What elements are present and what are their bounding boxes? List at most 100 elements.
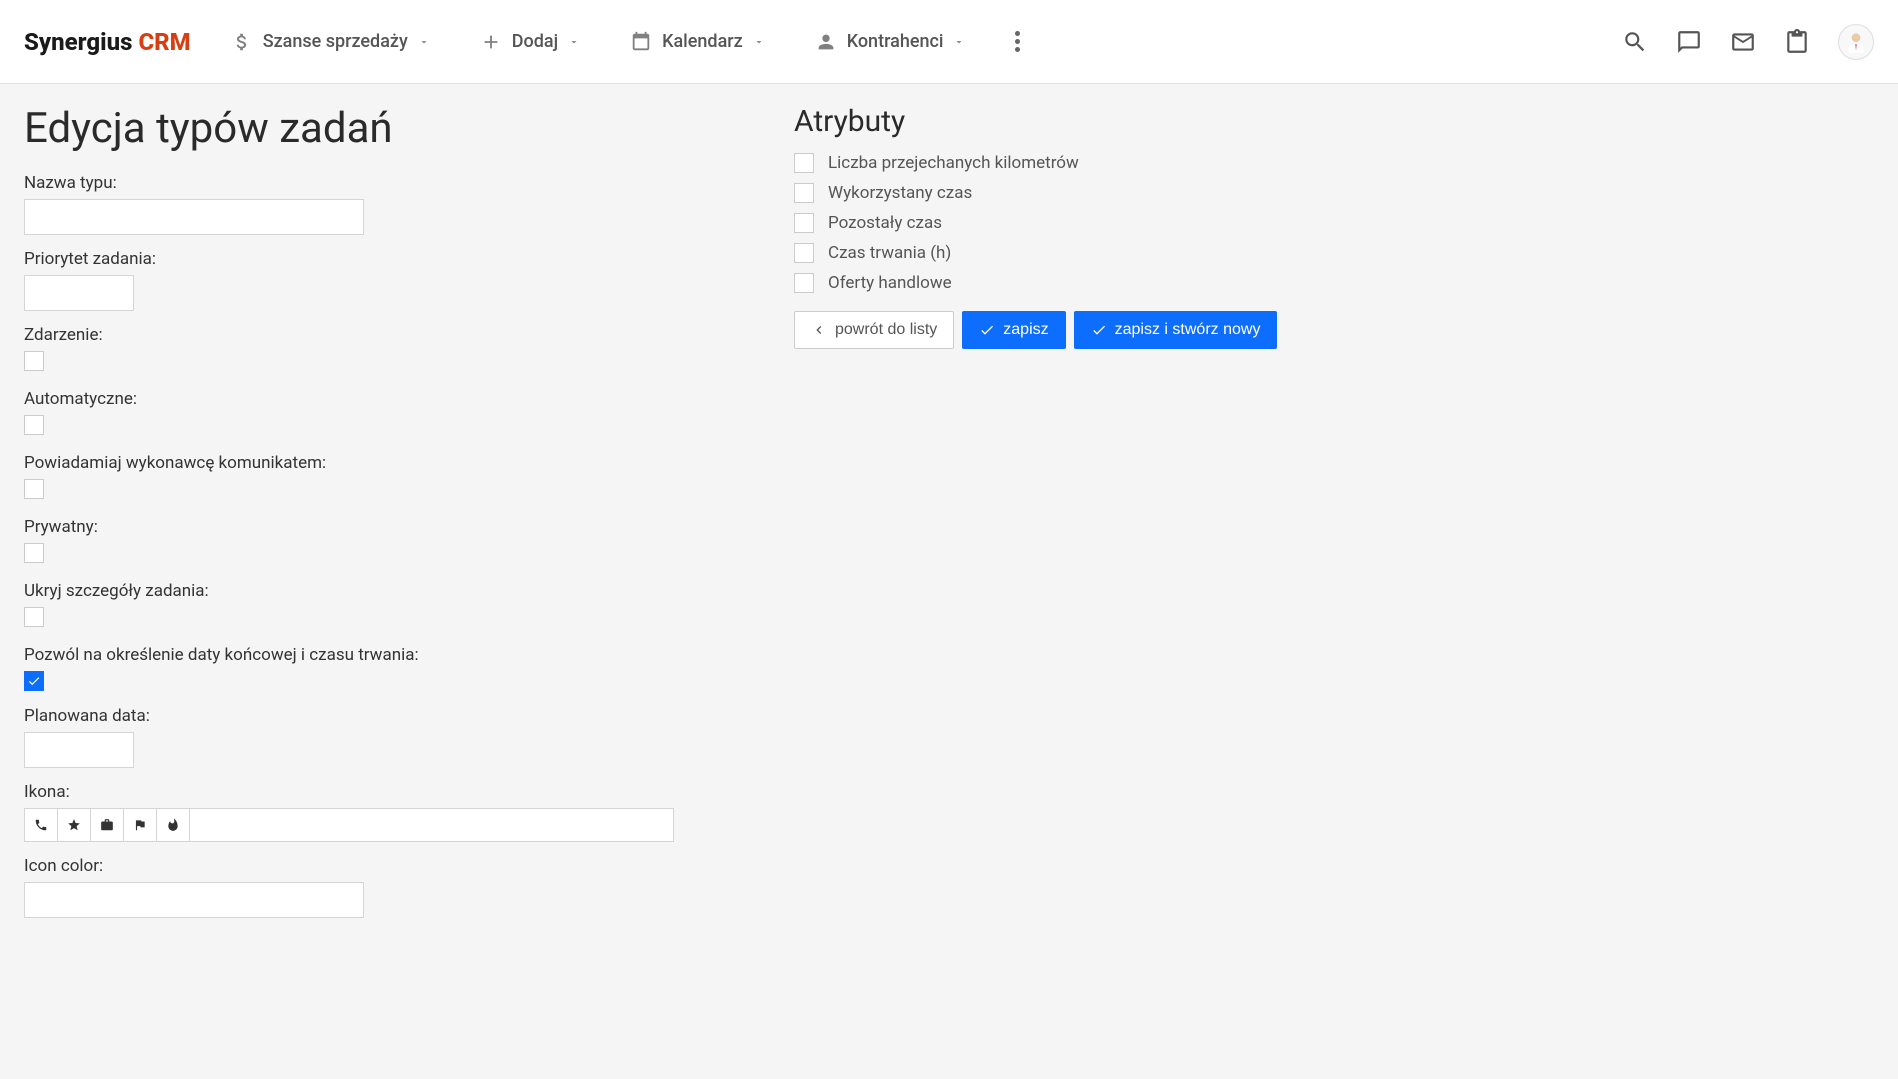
checkbox-attr-used-time[interactable]	[794, 183, 814, 203]
mail-button[interactable]	[1730, 29, 1756, 55]
label-planned-date: Planowana data:	[24, 706, 754, 726]
icon-option-flag[interactable]	[123, 808, 157, 842]
input-planned-date[interactable]	[24, 732, 134, 768]
chevron-down-icon	[568, 36, 580, 48]
mail-icon	[1730, 29, 1756, 55]
attr-label: Czas trwania (h)	[828, 243, 951, 263]
more-vert-icon	[1015, 31, 1020, 52]
nav-add[interactable]: Dodaj	[480, 31, 580, 53]
fire-icon	[166, 818, 180, 832]
input-icon[interactable]	[189, 808, 674, 842]
nav-label: Kontrahenci	[847, 31, 944, 52]
check-icon	[27, 674, 41, 688]
label-automatic: Automatyczne:	[24, 389, 754, 409]
icon-option-fire[interactable]	[156, 808, 190, 842]
clipboard-button[interactable]	[1784, 29, 1810, 55]
nav-label: Dodaj	[512, 31, 558, 52]
input-type-name[interactable]	[24, 199, 364, 235]
field-notify: Powiadamiaj wykonawcę komunikatem:	[24, 453, 754, 503]
field-allow-end-date: Pozwól na określenie daty końcowej i cza…	[24, 645, 754, 692]
logo[interactable]: Synergius CRM	[24, 28, 191, 56]
button-row: powrót do listy zapisz zapisz i stwórz n…	[794, 311, 1874, 349]
field-type-name: Nazwa typu:	[24, 173, 754, 235]
save-button-label: zapisz	[1003, 321, 1048, 339]
check-icon	[979, 322, 995, 338]
checkbox-attr-remaining[interactable]	[794, 213, 814, 233]
checkbox-attr-km[interactable]	[794, 153, 814, 173]
back-button-label: powrót do listy	[835, 321, 937, 339]
nav-contractors[interactable]: Kontrahenci	[815, 31, 966, 53]
field-private: Prywatny:	[24, 517, 754, 567]
attr-row: Czas trwania (h)	[794, 243, 1874, 263]
checkbox-allow-end-date[interactable]	[24, 671, 44, 691]
avatar[interactable]	[1838, 24, 1874, 60]
avatar-icon	[1843, 29, 1869, 55]
label-icon: Ikona:	[24, 782, 754, 802]
field-automatic: Automatyczne:	[24, 389, 754, 439]
label-priority: Priorytet zadania:	[24, 249, 754, 269]
search-button[interactable]	[1622, 29, 1648, 55]
save-new-button[interactable]: zapisz i stwórz nowy	[1074, 311, 1278, 349]
back-button[interactable]: powrót do listy	[794, 311, 954, 349]
right-column: Atrybuty Liczba przejechanych kilometrów…	[794, 104, 1874, 932]
chevron-down-icon	[753, 36, 765, 48]
attr-row: Oferty handlowe	[794, 273, 1874, 293]
field-icon: Ikona:	[24, 782, 754, 842]
main: Edycja typów zadań Nazwa typu: Priorytet…	[0, 84, 1898, 952]
label-hide-details: Ukryj szczegóły zadania:	[24, 581, 754, 601]
person-icon	[815, 31, 837, 53]
header-right	[1622, 24, 1874, 60]
label-event: Zdarzenie:	[24, 325, 754, 345]
checkbox-attr-duration[interactable]	[794, 243, 814, 263]
checkbox-event[interactable]	[24, 351, 44, 371]
chat-button[interactable]	[1676, 29, 1702, 55]
checkbox-notify[interactable]	[24, 479, 44, 499]
label-allow-end-date: Pozwól na określenie daty końcowej i cza…	[24, 645, 754, 665]
input-icon-color[interactable]	[24, 882, 364, 918]
attr-row: Wykorzystany czas	[794, 183, 1874, 203]
chevron-down-icon	[418, 36, 430, 48]
flag-icon	[133, 818, 147, 832]
attr-row: Liczba przejechanych kilometrów	[794, 153, 1874, 173]
nav-label: Kalendarz	[662, 31, 743, 52]
icon-option-star[interactable]	[57, 808, 91, 842]
briefcase-icon	[100, 818, 114, 832]
nav: Szanse sprzedaży Dodaj Kalendarz Kontrah…	[231, 31, 1622, 53]
field-planned-date: Planowana data:	[24, 706, 754, 768]
field-priority: Priorytet zadania:	[24, 249, 754, 311]
attr-label: Wykorzystany czas	[828, 183, 972, 203]
icon-picker	[24, 808, 754, 842]
checkbox-automatic[interactable]	[24, 415, 44, 435]
field-icon-color: Icon color:	[24, 856, 754, 918]
field-hide-details: Ukryj szczegóły zadania:	[24, 581, 754, 631]
attr-label: Pozostały czas	[828, 213, 942, 233]
label-type-name: Nazwa typu:	[24, 173, 754, 193]
save-button[interactable]: zapisz	[962, 311, 1065, 349]
field-event: Zdarzenie:	[24, 325, 754, 375]
more-menu[interactable]	[1015, 31, 1020, 52]
nav-label: Szanse sprzedaży	[263, 31, 408, 52]
checkbox-private[interactable]	[24, 543, 44, 563]
icon-option-phone[interactable]	[24, 808, 58, 842]
star-icon	[67, 818, 81, 832]
logo-sub: CRM	[138, 28, 190, 56]
checkbox-attr-offers[interactable]	[794, 273, 814, 293]
chevron-left-icon	[811, 322, 827, 338]
input-priority[interactable]	[24, 275, 134, 311]
left-column: Edycja typów zadań Nazwa typu: Priorytet…	[24, 104, 754, 932]
calendar-icon	[630, 31, 652, 53]
attr-row: Pozostały czas	[794, 213, 1874, 233]
attr-label: Liczba przejechanych kilometrów	[828, 153, 1079, 173]
icon-option-briefcase[interactable]	[90, 808, 124, 842]
chat-icon	[1676, 29, 1702, 55]
dollar-icon	[231, 31, 253, 53]
check-icon	[1091, 322, 1107, 338]
save-new-button-label: zapisz i stwórz nowy	[1115, 321, 1261, 339]
nav-sales[interactable]: Szanse sprzedaży	[231, 31, 430, 53]
nav-calendar[interactable]: Kalendarz	[630, 31, 765, 53]
logo-main: Synergius	[24, 28, 132, 56]
plus-icon	[480, 31, 502, 53]
checkbox-hide-details[interactable]	[24, 607, 44, 627]
header: Synergius CRM Szanse sprzedaży Dodaj Kal…	[0, 0, 1898, 84]
clipboard-icon	[1784, 29, 1810, 55]
